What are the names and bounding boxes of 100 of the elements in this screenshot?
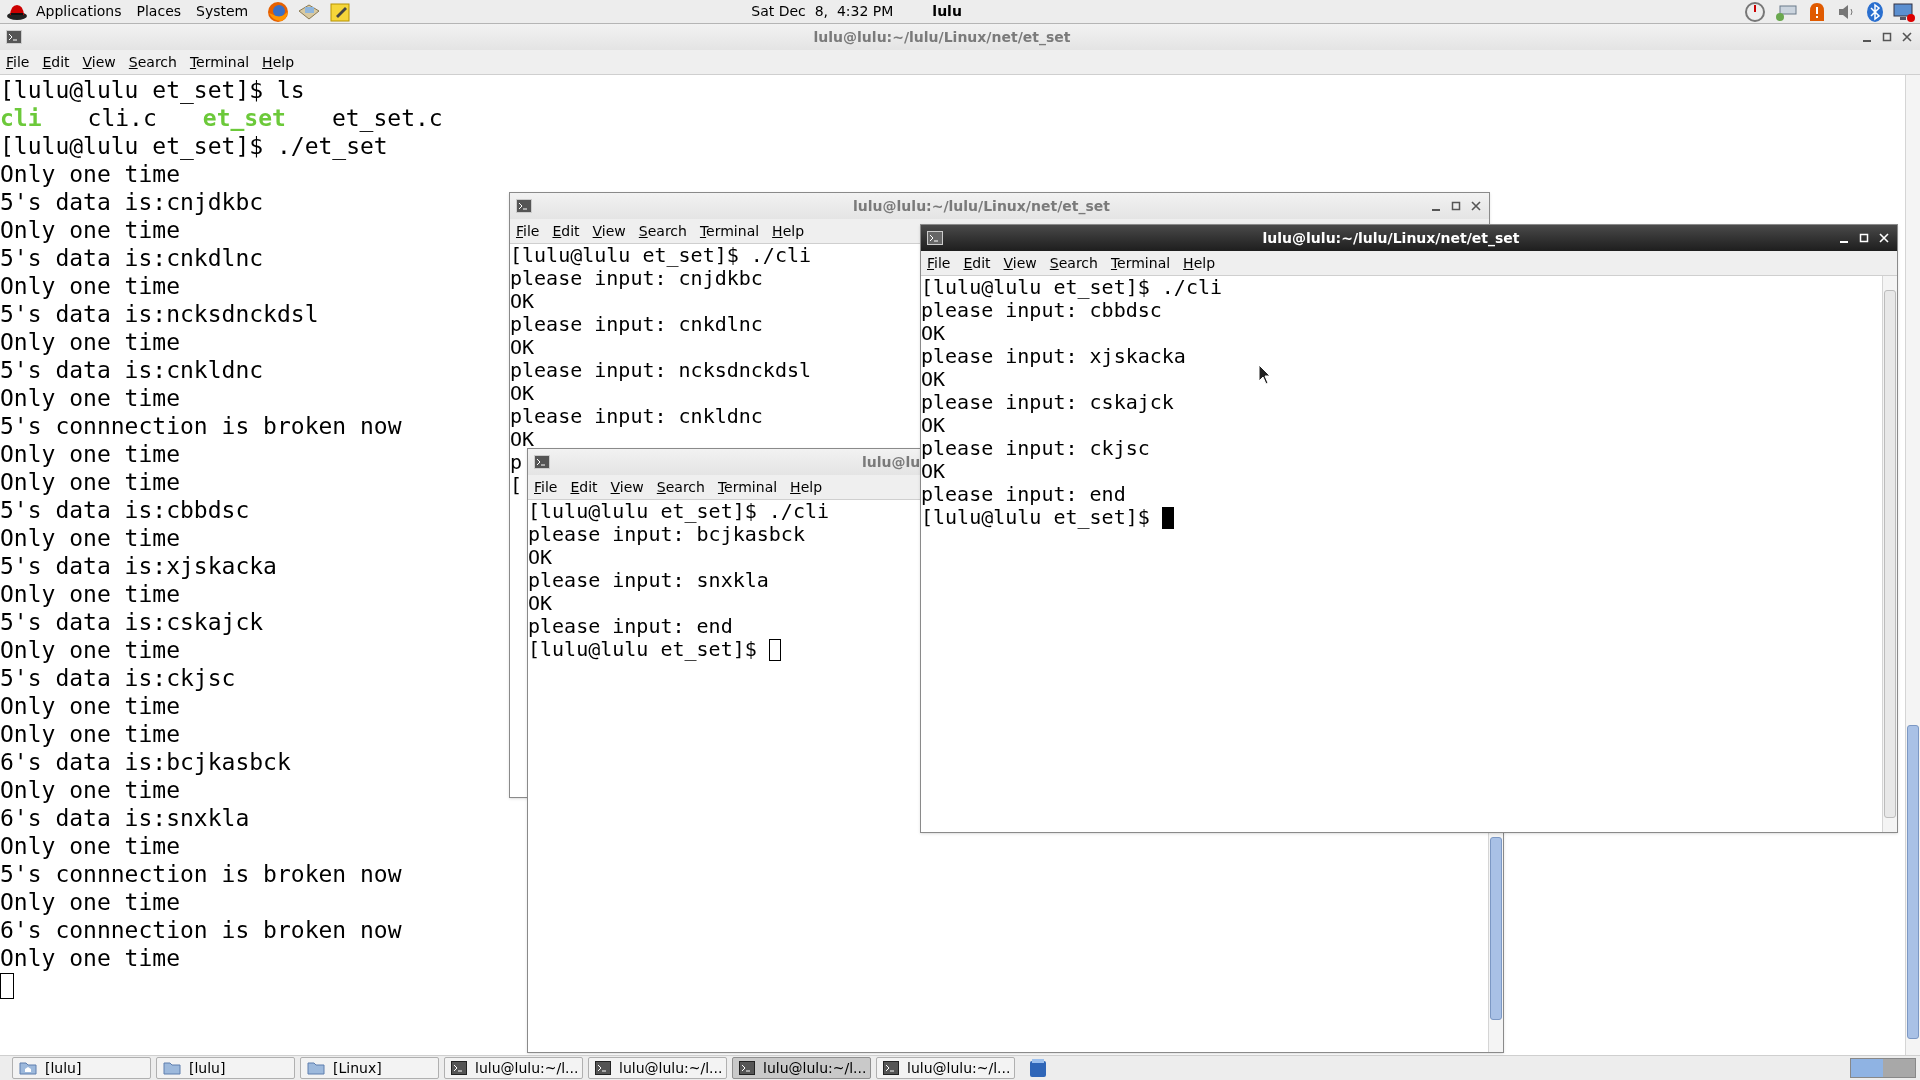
terminal-line: Only one time [0, 944, 180, 972]
scrollbar[interactable] [1882, 276, 1897, 832]
terminal-line: please input: bcjkasbck [528, 523, 805, 546]
menu-item[interactable]: File [516, 220, 540, 242]
menu-item[interactable]: View [592, 220, 626, 242]
terminal-line: 5's data is:cnkldnc [0, 356, 264, 384]
terminal-line: please input: end [528, 615, 733, 638]
menu-item[interactable]: File [6, 51, 30, 73]
menu-item[interactable]: Edit [963, 252, 991, 274]
terminal-line: Only one time [0, 328, 180, 356]
folder-icon [163, 1061, 181, 1075]
file-name: et_set [202, 104, 286, 132]
terminal-line: Only one time [0, 832, 180, 860]
terminal-line: please input: end [921, 483, 1126, 506]
maximize-icon[interactable] [1451, 201, 1461, 211]
menu-item[interactable]: Help [772, 220, 805, 242]
terminal-line: 6's connnection is broken now [0, 916, 402, 944]
menu-item[interactable]: File [534, 476, 558, 498]
taskbar-button[interactable]: lulu@lulu:~/l... [876, 1057, 1015, 1079]
terminal-line: please input: ncksdnckdsl [510, 359, 812, 382]
taskbar-button[interactable]: [lulu] [12, 1057, 151, 1079]
terminal-line: Only one time [0, 524, 180, 552]
terminal-line: 6's data is:snxkla [0, 804, 250, 832]
terminal-line: Only one time [0, 440, 180, 468]
globe-icon[interactable] [267, 0, 290, 23]
notepad-icon[interactable] [329, 0, 352, 23]
terminal-line: 5's data is:cbbdsc [0, 496, 250, 524]
terminal-line: OK [921, 460, 946, 483]
terminal-line: OK [510, 290, 535, 313]
terminal-line: [lulu@lulu et_set]$ [528, 638, 758, 661]
terminal-line: Only one time [0, 468, 180, 496]
terminal-line: please input: cnjdkbc [510, 267, 763, 290]
terminal-icon [927, 231, 943, 245]
menu-item[interactable]: Edit [42, 51, 70, 73]
terminal-line: [lulu@lulu et_set]$ [921, 506, 1151, 529]
terminal-line: please input: cskajck [921, 391, 1174, 414]
panel-menu[interactable]: Applications [36, 1, 122, 22]
terminal-line: OK [921, 322, 946, 345]
close-icon[interactable] [1902, 32, 1912, 42]
taskbar-button[interactable]: [lulu] [156, 1057, 295, 1079]
terminal-line: 5's connnection is broken now [0, 412, 402, 440]
menu-item[interactable]: View [1003, 252, 1037, 274]
menu-item[interactable]: Terminal [699, 220, 760, 242]
bluetooth-icon[interactable] [1866, 0, 1884, 23]
menu-item[interactable]: Edit [552, 220, 580, 242]
menu-item[interactable]: Terminal [717, 476, 778, 498]
terminal-line: p [510, 451, 523, 474]
user-name[interactable]: lulu [932, 1, 962, 22]
terminal-line: please input: cbbdsc [921, 299, 1162, 322]
terminal-icon [883, 1061, 899, 1075]
menu-item[interactable]: Help [1183, 252, 1216, 274]
menu-item[interactable]: Help [790, 476, 823, 498]
taskbar-button[interactable]: lulu@lulu:~/l... [732, 1057, 871, 1079]
maximize-icon[interactable] [1882, 32, 1892, 42]
terminal-icon [516, 199, 532, 213]
menu-item[interactable]: Edit [570, 476, 598, 498]
terminal-line: OK [510, 336, 535, 359]
terminal-line: please input: cnkldnc [510, 405, 763, 428]
terminal-line: Only one time [0, 160, 180, 188]
terminal-line: Only one time [0, 692, 180, 720]
menu-item[interactable]: Search [656, 476, 705, 498]
terminal-line: 6's data is:bcjkasbck [0, 748, 291, 776]
taskbar-button[interactable]: lulu@lulu:~/l... [588, 1057, 727, 1079]
menu-item[interactable]: Search [128, 51, 177, 73]
menu-item[interactable]: Search [1049, 252, 1098, 274]
file-name: cli.c [87, 104, 157, 132]
terminal-icon [595, 1061, 611, 1075]
computer-icon[interactable] [1892, 0, 1916, 23]
terminal-icon [6, 30, 22, 44]
terminal-icon [739, 1061, 755, 1075]
menu-item[interactable]: Help [262, 51, 295, 73]
terminal-line: please input: ckjsc [921, 437, 1150, 460]
panel-menu[interactable]: Places [136, 1, 182, 22]
menu-item[interactable]: Terminal [1110, 252, 1171, 274]
menu-item[interactable]: View [82, 51, 116, 73]
terminal-line: 5's data is:xjskacka [0, 552, 277, 580]
taskbar-button[interactable]: [Linux] [300, 1057, 439, 1079]
close-icon[interactable] [1471, 201, 1481, 211]
terminal-line: OK [528, 592, 553, 615]
notebook-icon[interactable] [1028, 1058, 1048, 1078]
file-name: et_set.c [331, 104, 443, 132]
menu-item[interactable]: File [927, 252, 951, 274]
taskbar-button[interactable]: lulu@lulu:~/l... [444, 1057, 583, 1079]
scrollbar[interactable] [1905, 75, 1920, 1055]
gauge-icon[interactable] [1744, 0, 1766, 23]
menu-item[interactable]: View [610, 476, 644, 498]
panel-menu[interactable]: System [196, 1, 249, 22]
clock-text[interactable]: Sat Dec 8, 4:32 PM [751, 1, 894, 22]
menu-item[interactable]: Terminal [189, 51, 250, 73]
terminal-line: [lulu@lulu et_set]$ ./cli [510, 244, 812, 267]
terminal-line: Only one time [0, 384, 180, 412]
terminal-line: Only one time [0, 636, 180, 664]
menu-item[interactable]: Search [638, 220, 687, 242]
terminal-line: please input: snxkla [528, 569, 769, 592]
window-title: lulu@lu [862, 452, 921, 472]
terminal-line: [lulu@lulu et_set]$ ./cli [921, 276, 1223, 299]
terminal-icon [451, 1061, 467, 1075]
window-title: lulu@lulu:~/lulu/Linux/net/et_set [1262, 228, 1520, 249]
terminal-line: [lulu@lulu et_set]$ ./cli [528, 500, 830, 523]
workspace-switcher[interactable] [1850, 1058, 1916, 1078]
